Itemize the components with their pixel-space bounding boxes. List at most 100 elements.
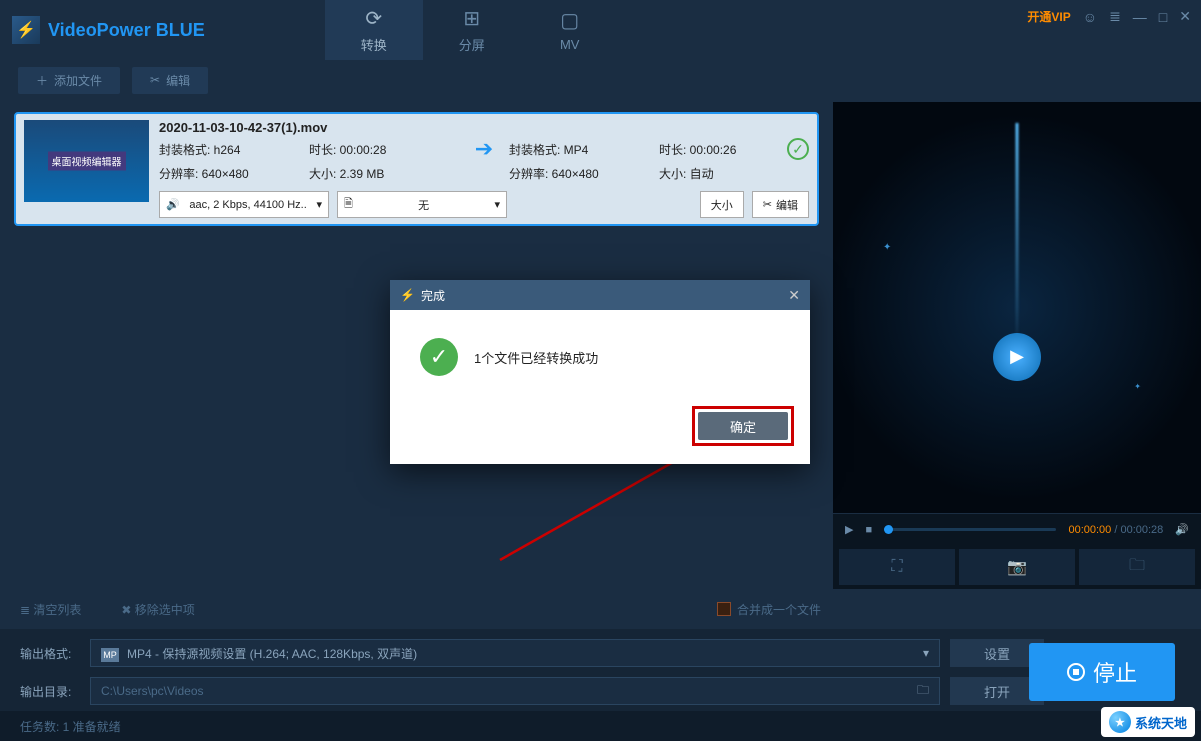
bolt-icon: ⚡: [16, 20, 36, 40]
close-icon[interactable]: ✕: [1179, 8, 1191, 25]
chevron-down-icon: ▾: [316, 198, 322, 211]
user-icon[interactable]: ☺: [1083, 9, 1097, 25]
file-name: 2020-11-03-10-42-37(1).mov: [159, 120, 809, 135]
folder-icon[interactable]: 🗀: [1079, 549, 1195, 585]
time-total: 00:00:28: [1120, 524, 1163, 536]
tab-mv[interactable]: ▢ MV: [521, 0, 619, 60]
app-window: ⚡ VideoPower BLUE ⟳ 转换 ⊞ 分屏 ▢ MV 开通VIP ☺…: [0, 0, 1201, 741]
browse-icon[interactable]: 🗀: [917, 681, 929, 702]
merge-label: 合并成一个文件: [737, 601, 821, 618]
remove-selected-label: 移除选中项: [135, 603, 195, 617]
size-button[interactable]: 大小: [700, 191, 744, 218]
tab-split[interactable]: ⊞ 分屏: [423, 0, 521, 60]
preview-area[interactable]: ▶: [833, 102, 1201, 513]
snapshot-icon[interactable]: 📷: [959, 549, 1075, 585]
add-file-button[interactable]: ＋ 添加文件: [18, 67, 120, 94]
remove-selected[interactable]: ✖ 移除选中项: [121, 601, 194, 618]
success-large-icon: ✓: [420, 338, 458, 376]
speaker-icon: 🔊: [166, 198, 180, 211]
chevron-down-icon: ▾: [923, 646, 929, 660]
merge-checkbox[interactable]: 合并成一个文件: [717, 601, 821, 618]
grid-icon: ⊞: [463, 6, 480, 31]
chevron-down-icon: ▾: [494, 198, 500, 211]
logo-area: ⚡ VideoPower BLUE: [12, 16, 205, 44]
completion-dialog: ⚡ 完成 ✕ ✓ 1个文件已经转换成功 确定: [390, 280, 810, 464]
dialog-titlebar[interactable]: ⚡ 完成 ✕: [390, 280, 810, 310]
maximize-icon[interactable]: □: [1159, 9, 1167, 25]
audio-dropdown[interactable]: 🔊aac, 2 Kbps, 44100 Hz..▾: [159, 191, 329, 218]
subtitle-dropdown[interactable]: 🗎无▾: [337, 191, 507, 218]
dialog-footer: 确定: [390, 396, 810, 464]
status-left: 任务数: 1 准备就绪: [20, 718, 121, 735]
output-dir-label: 输出目录:: [20, 683, 80, 700]
output-format-label: 输出格式:: [20, 645, 80, 662]
ok-button[interactable]: 确定: [698, 412, 788, 440]
dialog-message: 1个文件已经转换成功: [474, 348, 598, 367]
src-container: 封装格式: h264: [159, 141, 309, 158]
stop-circle-icon: [1067, 663, 1085, 681]
window-controls: 开通VIP ☺ ≣ — □ ✕: [1027, 8, 1191, 25]
mp4-badge: MP: [101, 648, 119, 662]
edit-button[interactable]: ✂ 编辑: [132, 67, 208, 94]
card-controls: 🔊aac, 2 Kbps, 44100 Hz..▾ 🗎无▾ 大小 ✂编辑: [159, 191, 809, 218]
preview-actions: ⛶ 📷 🗀: [833, 545, 1201, 589]
brand-text: 系统天地: [1135, 713, 1187, 732]
menu-icon[interactable]: ≣: [1109, 8, 1121, 25]
toolbar: ＋ 添加文件 ✂ 编辑: [0, 64, 1201, 96]
vip-link[interactable]: 开通VIP: [1027, 8, 1070, 25]
titlebar: ⚡ VideoPower BLUE ⟳ 转换 ⊞ 分屏 ▢ MV 开通VIP ☺…: [0, 0, 1201, 60]
tab-convert[interactable]: ⟳ 转换: [325, 0, 423, 60]
dst-res: 分辨率: 640×480: [509, 165, 659, 182]
preview-panel: ▶ ▶ ■ 00:00:00 / 00:00:28 🔊 ⛶ 📷 🗀: [833, 102, 1201, 589]
file-card[interactable]: 桌面视频编辑器 2020-11-03-10-42-37(1).mov 封装格式:…: [14, 112, 819, 226]
tab-mv-label: MV: [560, 37, 580, 52]
player-bar: ▶ ■ 00:00:00 / 00:00:28 🔊: [833, 513, 1201, 545]
output-format-value: MP4 - 保持源视频设置 (H.264; AAC, 128Kbps, 双声道): [127, 647, 417, 661]
minimize-icon[interactable]: —: [1133, 9, 1147, 25]
plus-icon: ＋: [36, 72, 48, 89]
arrow-right-icon: ➔: [459, 136, 509, 162]
dialog-close-icon[interactable]: ✕: [788, 287, 800, 304]
meta-row-1: 封装格式: h264 时长: 00:00:28 ➔ 封装格式: MP4 时长: …: [159, 139, 809, 159]
stop-square-icon[interactable]: ■: [865, 524, 872, 536]
dialog-title: 完成: [421, 287, 445, 304]
edit-clip-label: 编辑: [776, 197, 798, 213]
checkbox-box: [717, 602, 731, 616]
edit-clip-button[interactable]: ✂编辑: [752, 191, 809, 218]
stop-label: 停止: [1093, 656, 1137, 688]
output-dir-row: 输出目录: C:\Users\pc\Videos 🗀 打开: [20, 677, 1181, 705]
clear-list[interactable]: ≣ 清空列表: [20, 601, 81, 618]
add-file-label: 添加文件: [54, 72, 102, 89]
dst-container: 封装格式: MP4: [509, 141, 659, 158]
play-icon[interactable]: ▶: [845, 523, 853, 536]
app-logo-icon: ⚡: [12, 16, 40, 44]
brand-badge: ★ 系统天地: [1101, 707, 1195, 737]
stop-button[interactable]: 停止: [1029, 643, 1175, 701]
scissors-icon: ✂: [150, 73, 160, 87]
output-dir-field[interactable]: C:\Users\pc\Videos 🗀: [90, 677, 940, 705]
output-format-dropdown[interactable]: MP MP4 - 保持源视频设置 (H.264; AAC, 128Kbps, 双声…: [90, 639, 940, 667]
meta-row-2: 分辨率: 640×480 大小: 2.39 MB 分辨率: 640×480 大小…: [159, 163, 809, 183]
file-info: 2020-11-03-10-42-37(1).mov 封装格式: h264 时长…: [159, 120, 809, 218]
tab-convert-label: 转换: [361, 35, 387, 54]
crop-icon[interactable]: ⛶: [839, 549, 955, 585]
tv-icon: ▢: [560, 8, 579, 33]
volume-icon[interactable]: 🔊: [1175, 523, 1189, 536]
dst-duration: 时长: 00:00:26: [659, 141, 779, 158]
success-check-icon: ✓: [787, 138, 809, 160]
bottom-panel: 输出格式: MP MP4 - 保持源视频设置 (H.264; AAC, 128Kb…: [0, 629, 1201, 741]
clear-list-label: 清空列表: [33, 603, 81, 617]
app-title: VideoPower BLUE: [48, 20, 205, 41]
progress-bar[interactable]: [884, 528, 1056, 531]
thumbnail[interactable]: 桌面视频编辑器: [24, 120, 149, 202]
progress-handle[interactable]: [884, 525, 893, 534]
subtitle-icon: 🗎: [344, 195, 353, 214]
player-time: 00:00:00 / 00:00:28: [1068, 524, 1163, 536]
play-orb-icon: ▶: [993, 333, 1041, 381]
edit-label: 编辑: [166, 72, 190, 89]
thumb-caption: 桌面视频编辑器: [48, 152, 126, 171]
refresh-icon: ⟳: [365, 6, 382, 31]
mid-strip: ≣ 清空列表 ✖ 移除选中项 合并成一个文件: [0, 589, 1201, 629]
tab-split-label: 分屏: [459, 35, 485, 54]
main-tabs: ⟳ 转换 ⊞ 分屏 ▢ MV: [325, 0, 619, 60]
